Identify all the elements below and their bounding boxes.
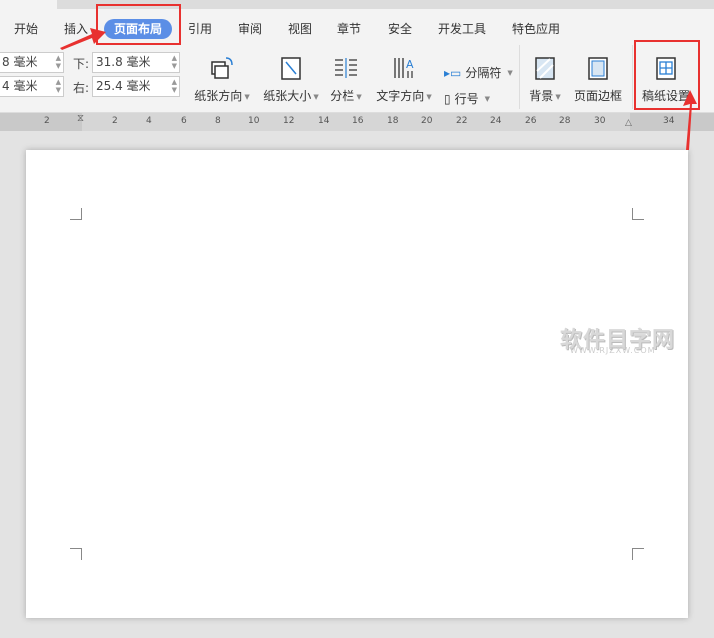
arrow-annotations	[60, 28, 697, 150]
